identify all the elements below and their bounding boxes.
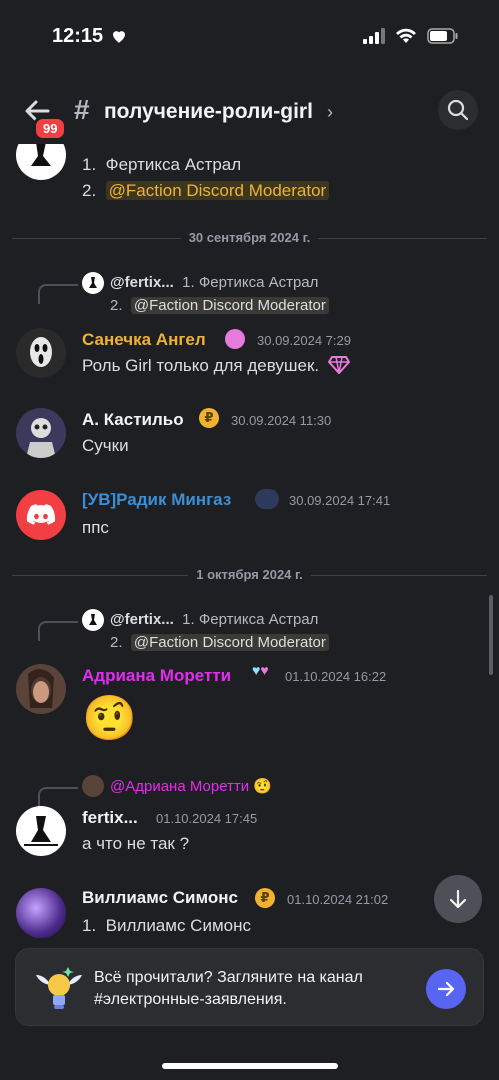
timestamp: 01.10.2024 16:22 <box>285 669 387 684</box>
status-time: 12:15 <box>52 25 104 47</box>
discord-logo-icon <box>26 504 56 525</box>
banner-text: Всё прочитали? Загляните на канал #элект… <box>94 969 363 1008</box>
channel-title[interactable]: получение-роли-girl <box>104 100 313 124</box>
author-name[interactable]: Виллиамс Симонс <box>82 888 238 908</box>
search-icon <box>447 99 469 121</box>
lightbulb-wings-icon <box>36 967 82 1009</box>
avatar <box>82 775 104 797</box>
message-text: ппс <box>82 518 109 537</box>
reply-preview[interactable]: @Адриана Моретти 🤨 <box>110 777 272 795</box>
avatar[interactable] <box>16 888 66 938</box>
author-name[interactable]: [УВ]Радик Мингаз <box>82 490 231 510</box>
channel-header: 99 # получение-роли-girl › <box>0 80 499 144</box>
avatar[interactable] <box>16 144 66 180</box>
battery-icon <box>427 28 458 44</box>
avatar[interactable] <box>16 328 66 378</box>
search-button[interactable] <box>438 90 478 130</box>
list-item: 1. Фертикса Астрал <box>82 155 242 174</box>
reply-preview[interactable]: @fertix... 1. Фертикса Астрал <box>110 274 318 291</box>
reply-preview[interactable]: @fertix... 1. Фертикса Астрал <box>110 611 318 628</box>
scrollbar[interactable] <box>489 595 493 675</box>
message-text: Сучки <box>82 436 129 455</box>
date-divider: 30 сентября 2024 г. <box>12 230 487 246</box>
jump-to-present-button[interactable] <box>434 875 482 923</box>
read-all-banner[interactable]: Всё прочитали? Загляните на канал #элект… <box>15 948 484 1026</box>
timestamp: 30.09.2024 7:29 <box>257 333 351 348</box>
gem-icon <box>327 356 351 375</box>
unread-badge: 99 <box>33 116 68 141</box>
heart-icon <box>113 31 125 43</box>
message-text: а что не так ? <box>82 834 190 853</box>
timestamp: 30.09.2024 17:41 <box>289 493 391 508</box>
arrow-down-icon <box>449 889 467 909</box>
avatar[interactable] <box>16 408 66 458</box>
message-text: Роль Girl только для девушек. <box>82 356 351 376</box>
timestamp: 01.10.2024 21:02 <box>287 892 389 907</box>
arrow-right-icon <box>437 981 455 997</box>
role-icon <box>255 489 279 509</box>
timestamp: 01.10.2024 17:45 <box>156 811 258 826</box>
home-indicator[interactable] <box>162 1063 338 1069</box>
author-name[interactable]: Адриана Моретти <box>82 666 231 686</box>
date-divider: 1 октября 2024 г. <box>12 567 487 583</box>
signal-icon <box>363 28 385 44</box>
avatar[interactable] <box>16 664 66 714</box>
nitro-badge-icon <box>225 329 245 349</box>
go-to-channel-button[interactable] <box>426 969 466 1009</box>
wifi-icon <box>396 28 416 43</box>
author-name[interactable]: fertix... <box>82 808 138 828</box>
chevron-right-icon[interactable]: › <box>327 102 333 123</box>
list-item: 2. @Faction Discord Moderator <box>82 181 330 201</box>
reply-preview-line2: 2. @Faction Discord Moderator <box>110 634 329 651</box>
avatar <box>82 272 104 294</box>
channel-hash-icon: # <box>74 94 90 125</box>
list-item: 1. Виллиамс Симонс <box>82 916 251 935</box>
role-mention[interactable]: @Faction Discord Moderator <box>105 181 330 200</box>
avatar[interactable] <box>16 490 66 540</box>
coin-badge-icon: ₽ <box>199 408 219 428</box>
hearts-badge-icon: ♥♥ <box>252 662 269 678</box>
avatar <box>82 609 104 631</box>
emoji-message: 🤨 <box>82 694 137 743</box>
timestamp: 30.09.2024 11:30 <box>231 413 332 428</box>
reply-preview-line2: 2. @Faction Discord Moderator <box>110 297 329 314</box>
coin-badge-icon: ₽ <box>255 888 275 908</box>
message-list[interactable]: 1. Фертикса Астрал 2. @Faction Discord M… <box>0 144 499 944</box>
status-bar: 12:15 <box>0 0 499 70</box>
author-name[interactable]: Санечка Ангел <box>82 330 206 350</box>
avatar[interactable] <box>16 806 66 856</box>
author-name[interactable]: А. Кастильо <box>82 410 184 430</box>
